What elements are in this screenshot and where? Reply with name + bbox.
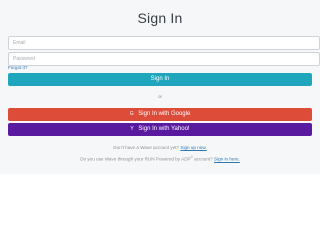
page-title: Sign In — [137, 10, 183, 26]
sign-in-with-yahoo-button[interactable]: Y Sign In with Yahoo! — [8, 123, 312, 136]
forgot-password-link[interactable]: Forgot it? — [8, 65, 27, 70]
yahoo-icon: Y — [130, 126, 134, 132]
payroll-text-prefix: Do you use Wave through your RUN Powered… — [80, 156, 191, 162]
email-field[interactable] — [8, 36, 320, 50]
or-divider: or — [157, 94, 163, 99]
registered-mark: ® — [190, 155, 193, 159]
sign-in-button[interactable]: Sign In — [8, 73, 312, 86]
signup-note: Don't have a Wave account yet? Sign up n… — [0, 145, 320, 150]
payroll-signin-note: Do you use Wave through your RUN Powered… — [0, 155, 320, 162]
sign-in-with-google-button[interactable]: G Sign In with Google — [8, 108, 312, 121]
yahoo-button-label: Sign In with Yahoo! — [138, 126, 190, 132]
google-icon: G — [129, 111, 134, 117]
signin-here-link[interactable]: Sign in here. — [214, 157, 240, 162]
signup-link[interactable]: Sign up now. — [180, 145, 206, 150]
google-button-label: Sign In with Google — [138, 111, 191, 117]
sign-in-button-label: Sign In — [150, 76, 170, 82]
payroll-text-suffix: account? — [194, 156, 213, 162]
no-account-text: Don't have a Wave account yet? — [113, 145, 180, 150]
password-field[interactable] — [8, 52, 320, 66]
